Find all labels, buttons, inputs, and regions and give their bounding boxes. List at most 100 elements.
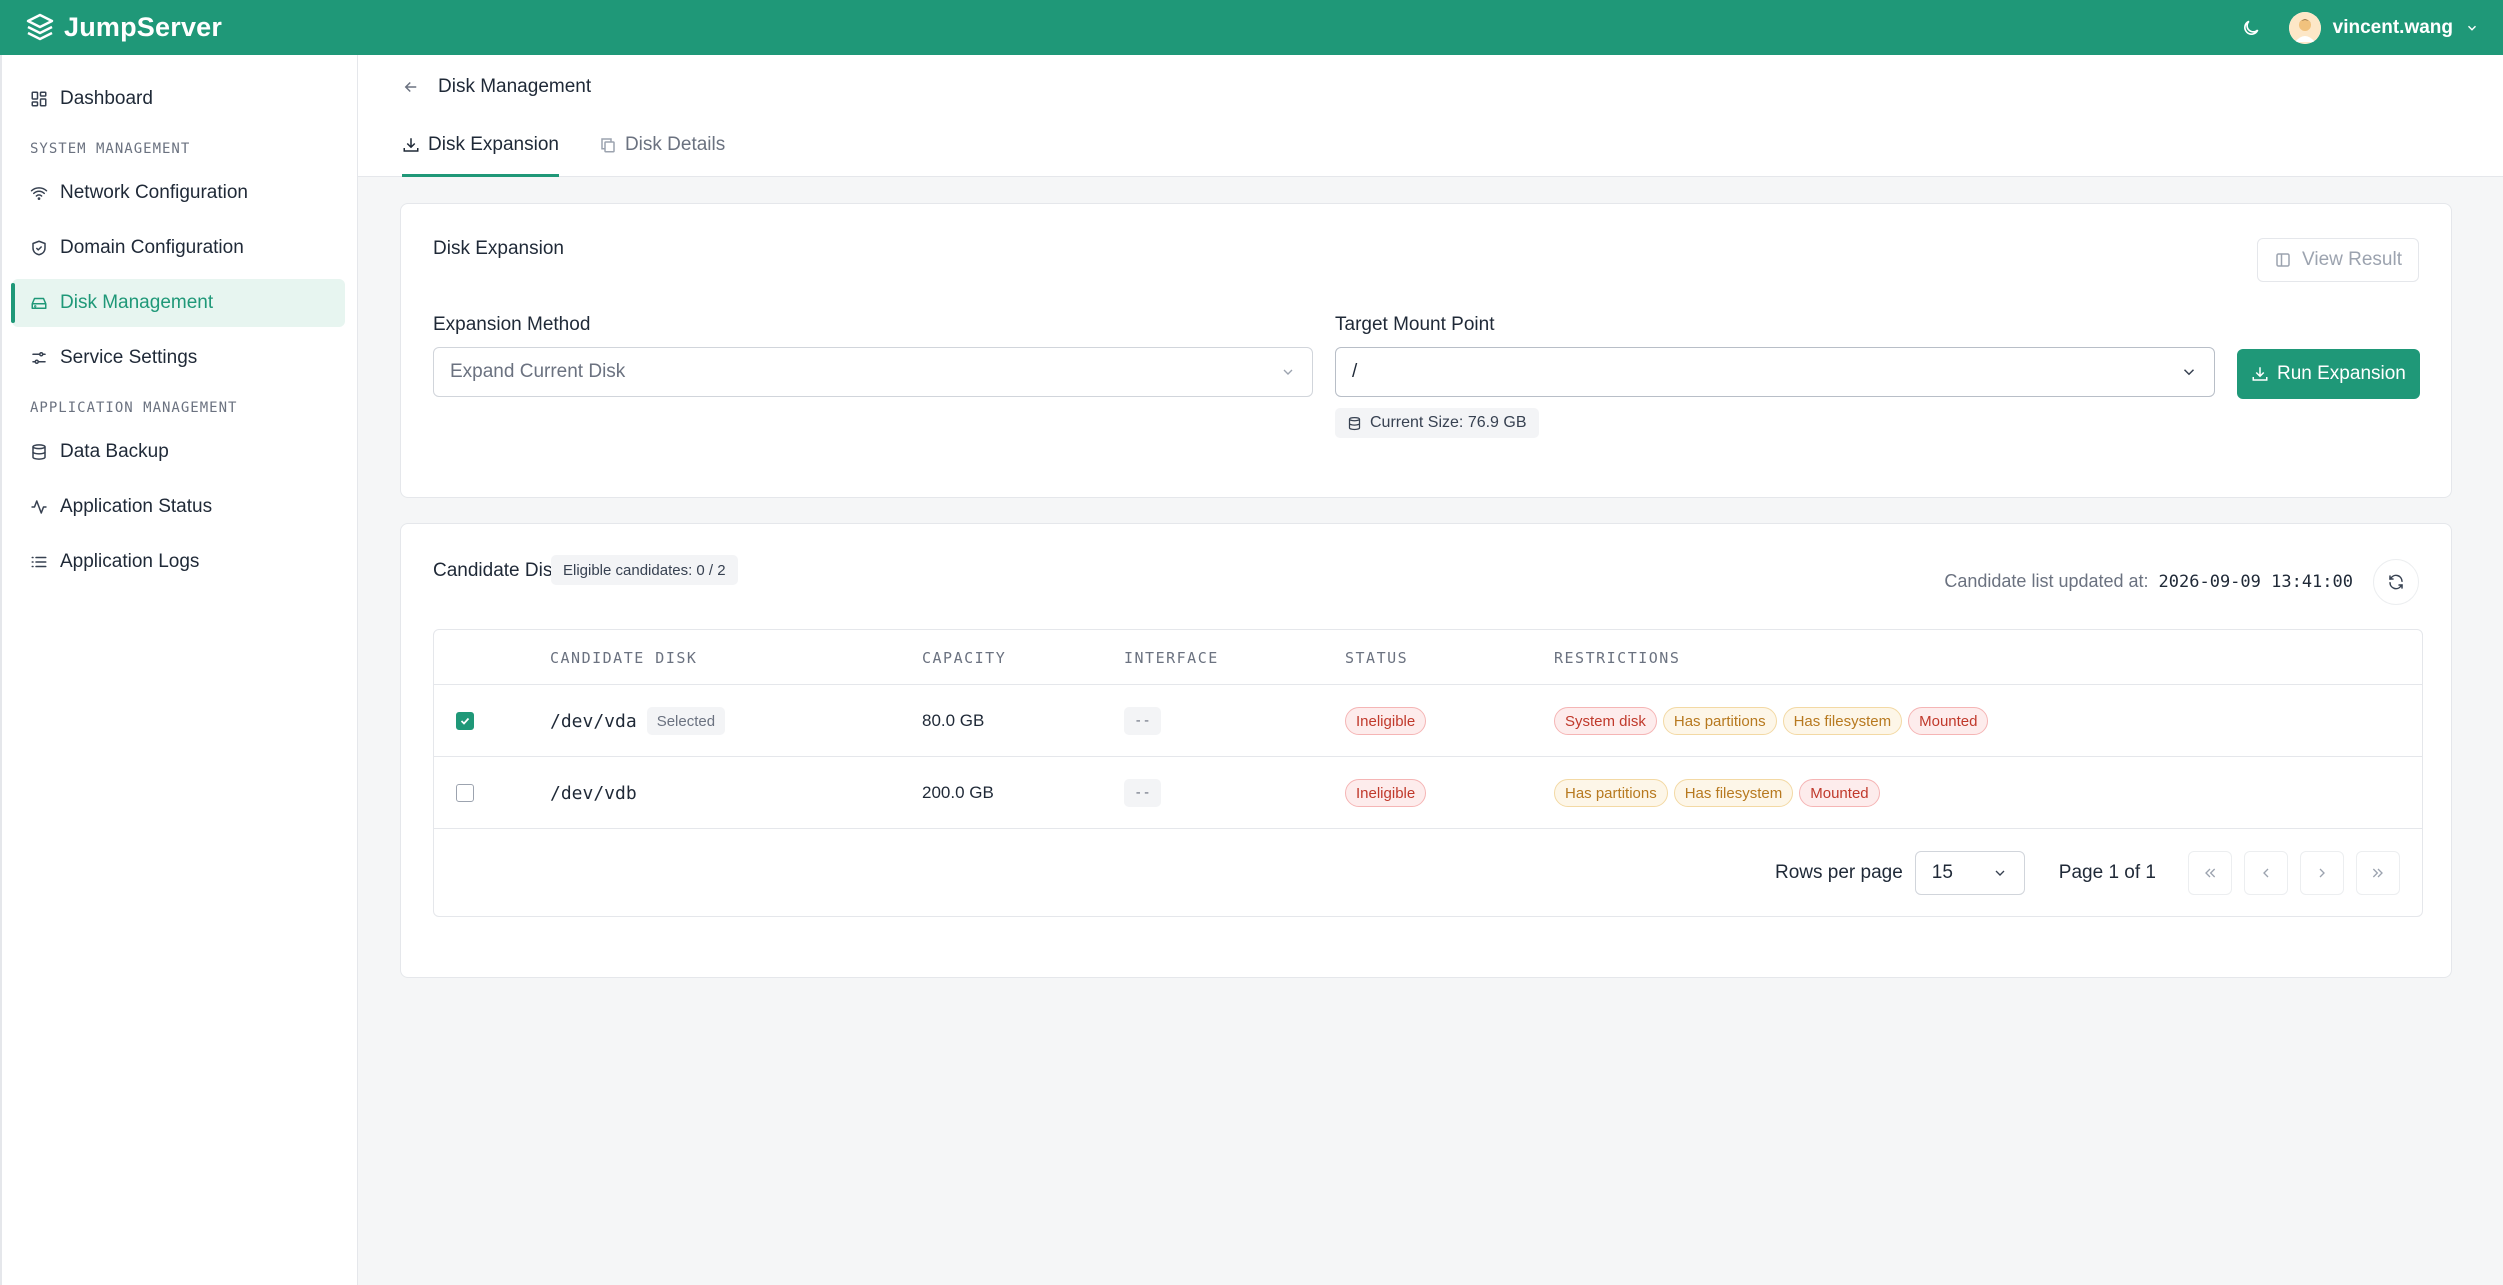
sidebar-section-title: APPLICATION MANAGEMENT <box>30 400 238 416</box>
view-result-button[interactable]: View Result <box>2257 238 2419 282</box>
theme-toggle-button[interactable] <box>2241 18 2261 38</box>
previous-page-button[interactable] <box>2244 850 2288 895</box>
sidebar: Dashboard SYSTEM MANAGEMENT Network Conf… <box>0 55 358 1285</box>
tab-disk-details[interactable]: Disk Details <box>599 119 725 177</box>
copy-icon <box>601 137 615 152</box>
view-result-label: View Result <box>2302 249 2402 270</box>
sidebar-item-label: Dashboard <box>60 88 153 109</box>
chevron-down-icon <box>1995 870 2005 876</box>
next-page-button[interactable] <box>2300 850 2344 895</box>
sidebar-item-label: Service Settings <box>60 347 198 368</box>
sidebar-item-application-logs[interactable]: Application Logs <box>12 538 345 586</box>
page-header: Disk Management Disk Expansion Disk Deta… <box>358 55 2503 177</box>
updated-at-label: Candidate list updated at: <box>1944 571 2149 591</box>
last-page-button[interactable] <box>2356 850 2400 895</box>
arrow-left-icon[interactable] <box>402 78 420 96</box>
page-title: Disk Management <box>438 76 592 97</box>
chevron-left-icon <box>2263 868 2269 877</box>
selected-badge: Selected <box>646 707 726 735</box>
restriction-tag: System disk <box>1554 707 1657 735</box>
expansion-method-label: Expansion Method <box>433 314 591 335</box>
restriction-tag: Mounted <box>1799 779 1880 807</box>
disk-name: /dev/vda <box>550 710 637 732</box>
sidebar-item-label: Data Backup <box>60 441 169 462</box>
download-tray-icon <box>403 137 419 152</box>
expansion-method-value: Expand Current Disk <box>450 361 626 382</box>
disk-expansion-card: Disk Expansion View Result Expansion Met… <box>400 203 2452 498</box>
status-badge: Ineligible <box>1345 779 1427 807</box>
restriction-tag: Mounted <box>1908 707 1989 735</box>
table-row[interactable]: /dev/vdb 200.0 GB -- Ineligible Has part… <box>434 757 2422 829</box>
sidebar-item-dashboard[interactable]: Dashboard <box>12 75 345 123</box>
updated-at-info: Candidate list updated at: 2026-09-09 13… <box>1944 571 2353 592</box>
page-info: Page 1 of 1 <box>2058 861 2156 883</box>
chevrons-left-icon <box>2205 868 2216 877</box>
database-icon <box>1348 416 1361 430</box>
tab-label: Disk Details <box>624 133 726 155</box>
eligible-candidates-badge: Eligible candidates: 0 / 2 <box>551 555 738 585</box>
activity-icon <box>31 500 47 514</box>
main-content: Disk Management Disk Expansion Disk Deta… <box>358 55 2503 1285</box>
settings-sliders-icon <box>32 352 46 364</box>
run-expansion-button[interactable]: Run Expansion <box>2237 349 2420 399</box>
sidebar-item-disk-management[interactable]: Disk Management <box>11 279 345 327</box>
table-row[interactable]: /dev/vda Selected 80.0 GB -- Ineligible … <box>434 685 2422 757</box>
sidebar-item-label: Application Status <box>60 496 213 517</box>
moon-icon <box>2243 20 2259 35</box>
updated-at-value: 2026-09-09 13:41:00 <box>2158 571 2353 592</box>
chevron-down-icon <box>2183 369 2195 376</box>
sidebar-item-label: Network Configuration <box>60 182 248 203</box>
column-header: STATUS <box>1345 648 1409 667</box>
disk-name: /dev/vdb <box>550 782 637 804</box>
check-icon <box>460 717 470 725</box>
rows-per-page-value: 15 <box>1931 861 1953 883</box>
expansion-method-select[interactable]: Expand Current Disk <box>433 347 1313 397</box>
first-page-button[interactable] <box>2188 850 2232 895</box>
avatar <box>2288 11 2321 44</box>
row-checkbox[interactable] <box>456 784 474 802</box>
restriction-tag: Has filesystem <box>1782 707 1903 735</box>
rows-per-page-select[interactable]: 15 <box>1914 850 2025 895</box>
target-mount-point-select[interactable]: / <box>1335 347 2215 397</box>
current-size-chip: Current Size: 76.9 GB <box>1335 408 1539 438</box>
disk-capacity: 200.0 GB <box>922 783 994 802</box>
list-icon <box>31 556 47 568</box>
target-mount-point-label: Target Mount Point <box>1335 314 1495 335</box>
user-menu[interactable]: vincent.wang <box>2288 11 2479 44</box>
restrictions-list: System disk Has partitions Has filesyste… <box>1554 685 1989 757</box>
restriction-tag: Has partitions <box>1554 779 1668 807</box>
hard-drive-icon <box>31 297 47 309</box>
sidebar-item-label: Application Logs <box>60 551 200 572</box>
jumpserver-logo-icon <box>26 13 54 40</box>
breadcrumb: Disk Management <box>402 55 2459 119</box>
download-tray-icon <box>2252 367 2268 381</box>
user-avatar-icon <box>2288 11 2321 44</box>
username: vincent.wang <box>2332 16 2453 38</box>
disk-interface: -- <box>1124 707 1161 735</box>
refresh-icon <box>2389 574 2403 590</box>
refresh-button[interactable] <box>2373 559 2419 605</box>
candidate-disk-card: Candidate Disk Eligible candidates: 0 / … <box>400 523 2452 978</box>
sidebar-item-data-backup[interactable]: Data Backup <box>12 428 345 476</box>
chevron-down-icon <box>2468 25 2476 31</box>
sidebar-item-service-settings[interactable]: Service Settings <box>12 334 345 382</box>
pagination: Rows per page 15 Page 1 of 1 <box>434 829 2422 916</box>
sidebar-item-application-status[interactable]: Application Status <box>12 483 345 531</box>
column-header: CAPACITY <box>922 648 1007 667</box>
target-mount-point-value: / <box>1352 361 1358 382</box>
run-expansion-label: Run Expansion <box>2277 363 2406 384</box>
chevrons-right-icon <box>2372 868 2383 877</box>
sidebar-item-label: Disk Management <box>60 292 214 313</box>
app-logo[interactable]: JumpServer <box>24 12 222 44</box>
disk-capacity: 80.0 GB <box>922 711 985 730</box>
tab-bar: Disk Expansion Disk Details <box>402 119 2459 177</box>
restriction-tag: Has partitions <box>1662 707 1777 735</box>
eligible-candidates-text: Eligible candidates: 0 / 2 <box>563 561 726 579</box>
sidebar-item-network-configuration[interactable]: Network Configuration <box>12 169 345 217</box>
row-checkbox[interactable] <box>456 712 474 730</box>
sidebar-item-label: Domain Configuration <box>60 237 244 258</box>
tab-disk-expansion[interactable]: Disk Expansion <box>402 119 559 177</box>
sidebar-item-domain-configuration[interactable]: Domain Configuration <box>12 224 345 272</box>
restriction-tag: Has filesystem <box>1673 779 1794 807</box>
top-bar: JumpServer vincent.wang <box>0 0 2503 55</box>
